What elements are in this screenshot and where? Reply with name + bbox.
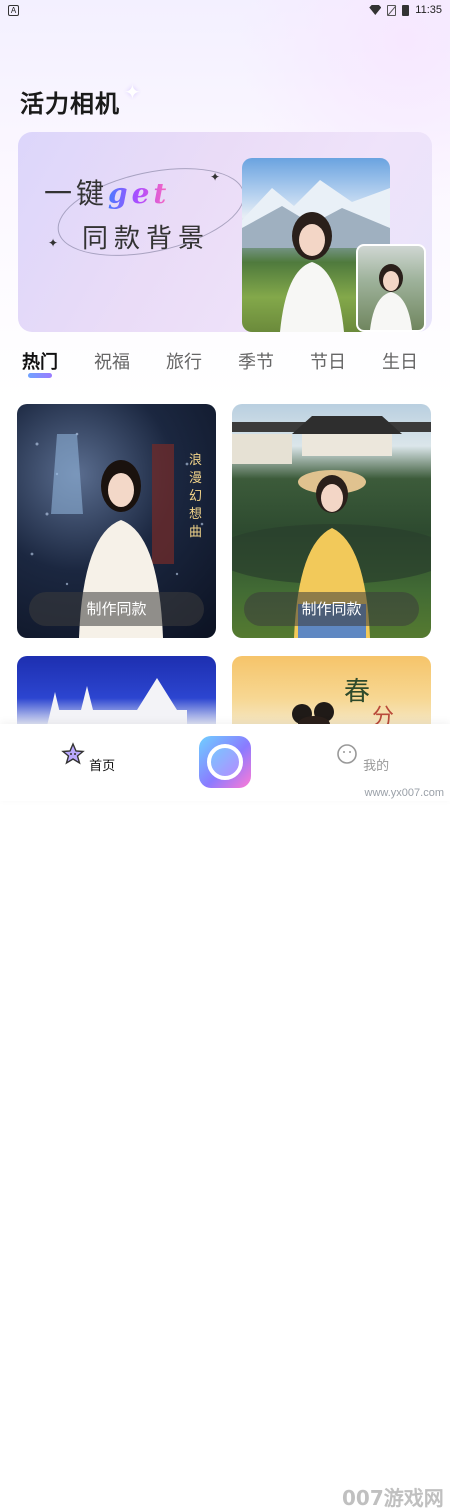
svg-text:春: 春 xyxy=(344,677,370,707)
nav-mine-label: 我的 xyxy=(363,759,390,774)
app-title: 活力相机 xyxy=(20,90,120,118)
wifi-icon xyxy=(369,5,382,15)
template-card[interactable]: 春 分 xyxy=(232,656,431,726)
tab-festival[interactable]: 节日 xyxy=(310,348,346,374)
banner-headline-line1: 一键get xyxy=(44,172,170,212)
spring-equinox-illustration: 春 分 xyxy=(292,677,394,726)
tab-season[interactable]: 季节 xyxy=(238,348,274,374)
template-card[interactable]: 浪 漫 幻 想 曲 制作同款 xyxy=(17,404,216,638)
tab-travel[interactable]: 旅行 xyxy=(166,348,202,374)
bottom-navigation: 首页 我的 007游戏网 www.yx007.com xyxy=(0,724,450,1510)
status-time: 11:35 xyxy=(415,4,442,16)
star-icon: ✦ xyxy=(210,170,221,184)
nav-home-label: 首页 xyxy=(89,759,116,774)
camera-button[interactable] xyxy=(199,736,251,788)
cathedral-illustration xyxy=(47,678,187,726)
make-same-button[interactable]: 制作同款 xyxy=(29,592,204,626)
svg-text:幻: 幻 xyxy=(189,489,202,504)
watermark-logo-text: 007游戏网 xyxy=(342,1486,444,1510)
status-bar: A 11:35 xyxy=(0,0,450,20)
banner-photo-secondary xyxy=(356,244,426,332)
template-card[interactable] xyxy=(17,656,216,726)
svg-text:分: 分 xyxy=(372,705,394,726)
battery-icon xyxy=(402,4,410,16)
sparkle-icon: ✦ xyxy=(124,80,141,104)
tab-hot[interactable]: 热门 xyxy=(22,348,58,374)
no-sim-icon xyxy=(387,4,397,16)
tab-blessing[interactable]: 祝福 xyxy=(94,348,130,374)
camera-lens-icon xyxy=(207,744,243,780)
nav-home[interactable]: 首页 xyxy=(58,742,118,774)
make-same-button[interactable]: 制作同款 xyxy=(244,592,419,626)
nav-mine[interactable]: 我的 xyxy=(332,742,392,774)
category-tabs: 热门 祝福 旅行 季节 节日 生日 xyxy=(0,344,450,384)
mine-face-icon xyxy=(337,744,357,764)
banner-line1-prefix: 一键 xyxy=(44,177,109,210)
svg-text:漫: 漫 xyxy=(189,471,202,486)
template-card[interactable]: 制作同款 xyxy=(232,404,431,638)
svg-text:曲: 曲 xyxy=(189,525,202,540)
star-icon: ✦ xyxy=(48,236,59,250)
home-star-icon xyxy=(61,742,85,765)
card-deco-text: 浪 xyxy=(189,453,202,468)
active-tab-indicator xyxy=(28,373,52,378)
girl-portrait-illustration xyxy=(370,264,412,330)
banner-headline-line2: 同款背景 xyxy=(82,224,211,254)
watermark-url: www.yx007.com xyxy=(364,787,444,799)
banner-get-text: get xyxy=(108,177,171,210)
tab-birthday[interactable]: 生日 xyxy=(382,348,418,374)
svg-text:想: 想 xyxy=(189,506,202,522)
notification-a-icon: A xyxy=(8,4,19,16)
promo-banner[interactable]: 一键get 同款背景 ✦ ✦ xyxy=(18,132,432,332)
